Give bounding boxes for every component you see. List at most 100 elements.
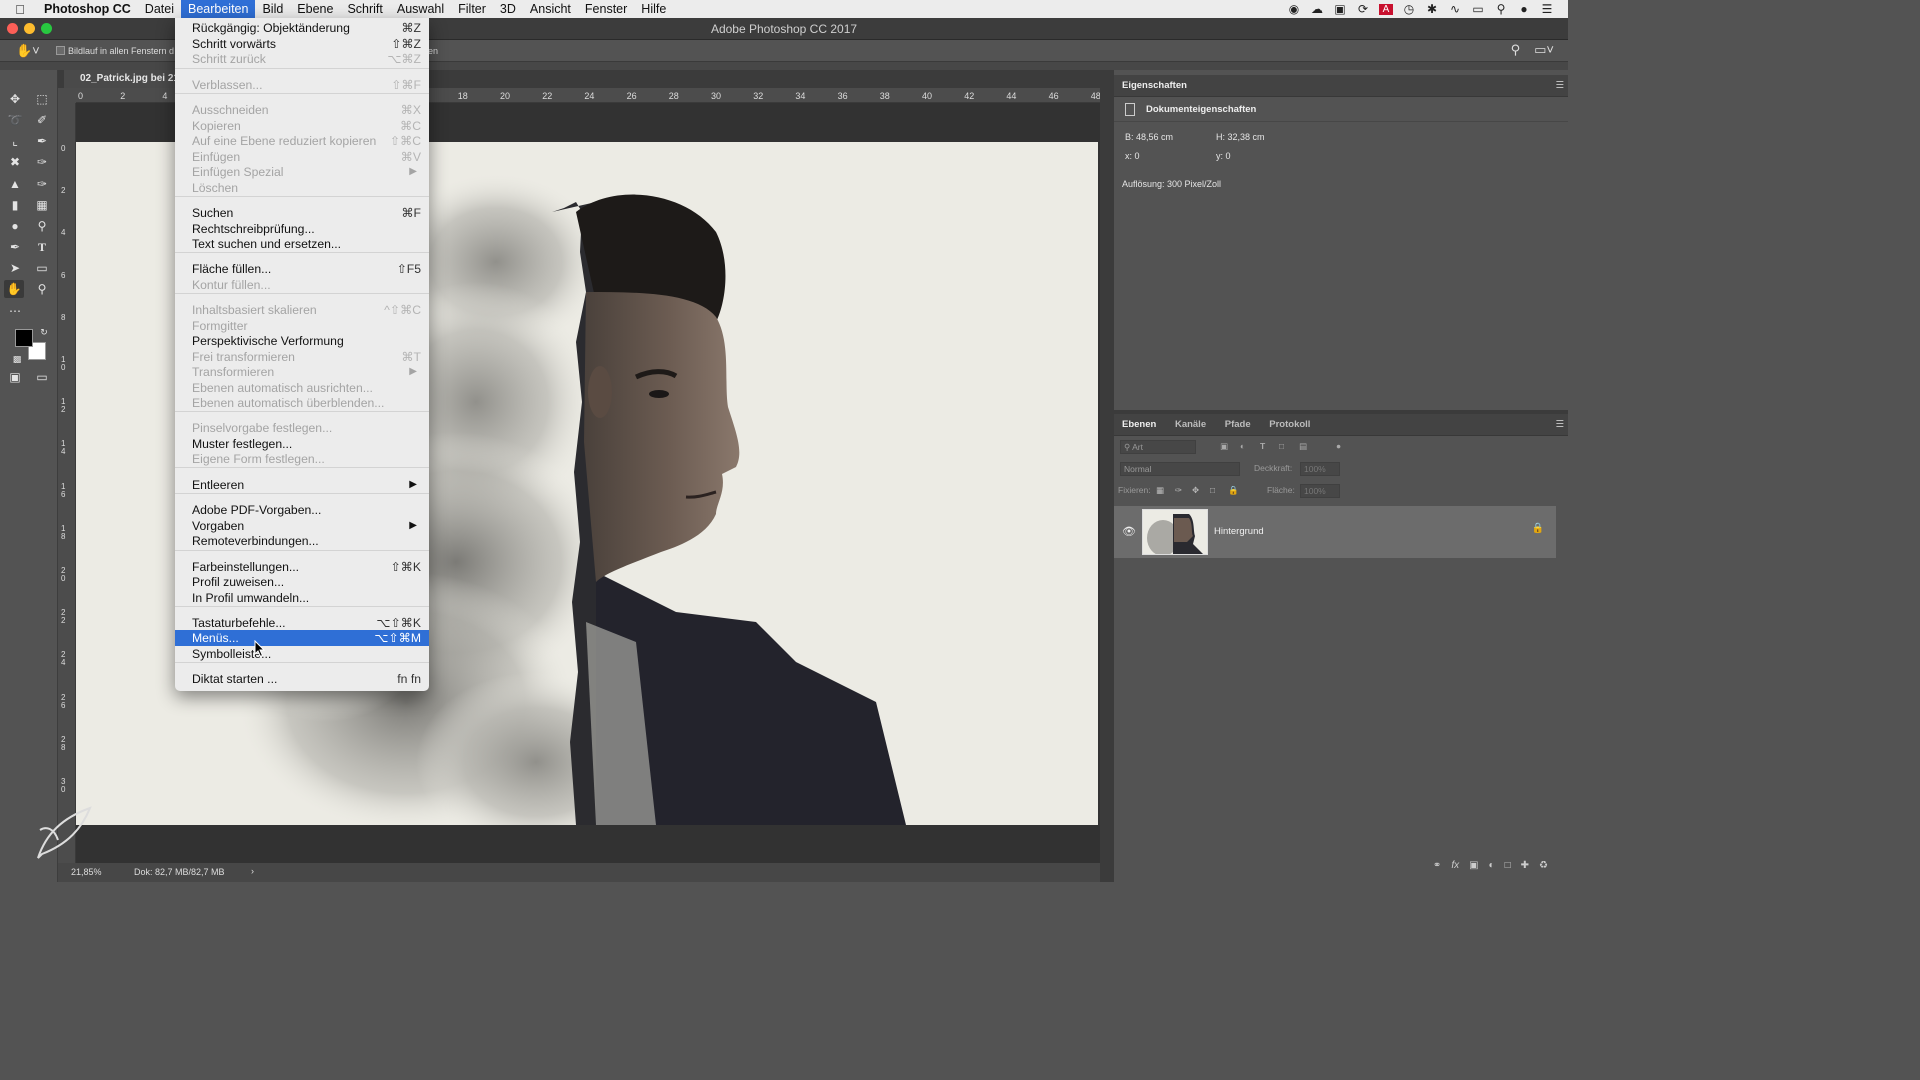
edit-menu-item[interactable]: Rechtschreibprüfung...	[175, 221, 429, 237]
edit-menu-item[interactable]: Tastaturbefehle... ⌥⇧⌘K	[175, 615, 429, 631]
menu-3d[interactable]: 3D	[493, 0, 523, 18]
y-value[interactable]: y: 0	[1216, 151, 1231, 161]
move-tool-icon[interactable]: ✥	[5, 90, 25, 108]
pen-tool-icon[interactable]: ✒	[5, 238, 25, 256]
hand-tool-icon[interactable]: ✋	[4, 280, 24, 298]
vertical-ruler[interactable]: 0 2 4 6 8 10 12 14 16 18 20 22 24 26 28 30	[58, 103, 76, 863]
edit-menu-item[interactable]: Symbolleiste...	[175, 646, 429, 662]
layers-menu-icon[interactable]: ☰	[1555, 414, 1564, 436]
menu-hilfe[interactable]: Hilfe	[634, 0, 673, 18]
fill-field[interactable]: 100%	[1300, 484, 1340, 498]
filter-toggle-icon[interactable]: ●	[1336, 441, 1341, 451]
blur-tool-icon[interactable]: ●	[5, 217, 25, 235]
path-select-tool-icon[interactable]: ➤	[5, 259, 25, 277]
tab-channels[interactable]: Kanäle	[1175, 419, 1206, 430]
menu-fenster[interactable]: Fenster	[578, 0, 634, 18]
tab-paths[interactable]: Pfade	[1225, 419, 1251, 430]
record-icon[interactable]: ◉	[1287, 2, 1301, 16]
spotlight-icon[interactable]: ⚲	[1494, 2, 1508, 16]
filter-adjustment-icon[interactable]: ◐	[1240, 441, 1245, 451]
menu-bearbeiten[interactable]: Bearbeiten	[180, 0, 256, 18]
brush-tool-icon[interactable]: ✑	[32, 153, 52, 171]
airplay-icon[interactable]: ▭	[1471, 2, 1485, 16]
height-value[interactable]: H: 32,38 cm	[1216, 132, 1265, 142]
edit-menu-item[interactable]: Remoteverbindungen...	[175, 533, 429, 549]
wifi-icon[interactable]: ∿	[1448, 2, 1462, 16]
filter-shape-icon[interactable]: □	[1279, 441, 1284, 451]
status-menu-arrow-icon[interactable]: ›	[251, 866, 254, 876]
edit-menu-item[interactable]: Menüs... ⌥⇧⌘M	[175, 630, 429, 646]
edit-menu-item[interactable]: Schritt vorwärts ⇧⌘Z	[175, 36, 429, 52]
stamp-tool-icon[interactable]: ▲	[5, 175, 25, 193]
menu-schrift[interactable]: Schrift	[340, 0, 389, 18]
x-value[interactable]: x: 0	[1125, 151, 1140, 161]
properties-title[interactable]: Eigenschaften	[1122, 80, 1187, 91]
layer-mask-icon[interactable]: ▣	[1469, 860, 1478, 878]
menu-ebene[interactable]: Ebene	[290, 0, 340, 18]
bluetooth-icon[interactable]: ✱	[1425, 2, 1439, 16]
lock-transparency-icon[interactable]: ▦	[1156, 485, 1164, 496]
cloud-icon[interactable]: ☁	[1310, 2, 1324, 16]
zoom-tool-icon[interactable]: ⚲	[32, 280, 52, 298]
adjustment-layer-icon[interactable]: ◐	[1489, 860, 1495, 878]
layer-name[interactable]: Hintergrund	[1214, 526, 1264, 537]
blend-mode-select[interactable]: Normal	[1120, 462, 1240, 476]
width-value[interactable]: B: 48,56 cm	[1125, 132, 1173, 142]
time-machine-icon[interactable]: ◷	[1402, 2, 1416, 16]
hand-tool-preset-icon[interactable]: ✋˅	[16, 43, 40, 59]
quick-mask-icon[interactable]: ▣	[5, 368, 25, 386]
apple-menu-icon[interactable]: 	[0, 2, 40, 17]
tab-history[interactable]: Protokoll	[1269, 419, 1310, 430]
default-colors-icon[interactable]: ▩	[7, 350, 27, 368]
link-layers-icon[interactable]: ⚭	[1433, 860, 1441, 878]
notification-list-icon[interactable]: ☰	[1540, 2, 1554, 16]
screen-mode-icon[interactable]: ▭	[32, 368, 52, 386]
new-layer-icon[interactable]: ✚	[1521, 860, 1529, 878]
filter-pixel-icon[interactable]: ▣	[1220, 441, 1228, 452]
sync-icon[interactable]: ⟳	[1356, 2, 1370, 16]
edit-menu-item[interactable]: Text suchen und ersetzen...	[175, 236, 429, 252]
adobe-icon[interactable]: A	[1379, 3, 1393, 15]
workspace-icon[interactable]: ▭˅	[1534, 42, 1554, 58]
search-icon[interactable]: ⚲	[1511, 42, 1521, 58]
eraser-tool-icon[interactable]: ▮	[5, 196, 25, 214]
scroll-all-windows-checkbox[interactable]	[56, 46, 65, 55]
display-icon[interactable]: ▣	[1333, 2, 1347, 16]
edit-menu-item[interactable]: Adobe PDF-Vorgaben...	[175, 502, 429, 518]
menu-ansicht[interactable]: Ansicht	[523, 0, 578, 18]
zoom-level[interactable]: 21,85%	[71, 867, 102, 877]
swap-colors-icon[interactable]: ↻	[34, 323, 54, 341]
eye-icon[interactable]: 👁	[1122, 525, 1136, 538]
edit-menu-item[interactable]: Muster festlegen...	[175, 436, 429, 452]
menu-app-name[interactable]: Photoshop CC	[40, 0, 138, 18]
lock-artboard-icon[interactable]: □	[1210, 485, 1215, 495]
panel-menu-icon[interactable]: ☰	[1555, 75, 1564, 97]
edit-menu-item[interactable]: Suchen ⌘F	[175, 205, 429, 221]
opacity-field[interactable]: 100%	[1300, 462, 1340, 476]
filter-smart-object-icon[interactable]: ▤	[1299, 441, 1307, 452]
menu-datei[interactable]: Datei	[138, 0, 181, 18]
edit-menu-item[interactable]: Vorgaben ▶	[175, 518, 429, 534]
marquee-tool-icon[interactable]: ⬚	[32, 90, 52, 108]
more-tools-icon[interactable]: ⋯	[5, 302, 25, 320]
new-group-icon[interactable]: □	[1505, 860, 1511, 878]
edit-menu-item[interactable]: Profil zuweisen...	[175, 574, 429, 590]
edit-menu-item[interactable]: Diktat starten ... fn fn	[175, 671, 429, 687]
edit-menu-item[interactable]: Rückgängig: Objektänderung ⌘Z	[175, 20, 429, 36]
edit-menu-item[interactable]: Perspektivische Verformung	[175, 333, 429, 349]
edit-menu-item[interactable]: Entleeren ▶	[175, 477, 429, 493]
foreground-color-swatch[interactable]	[15, 329, 33, 347]
rectangle-tool-icon[interactable]: ▭	[32, 259, 52, 277]
history-brush-tool-icon[interactable]: ✑	[32, 175, 52, 193]
quick-select-tool-icon[interactable]: ✐	[32, 111, 52, 129]
lasso-tool-icon[interactable]: ➰	[5, 111, 25, 129]
eyedropper-tool-icon[interactable]: ✒	[32, 132, 52, 150]
menu-auswahl[interactable]: Auswahl	[390, 0, 451, 18]
menu-bild[interactable]: Bild	[255, 0, 290, 18]
delete-layer-icon[interactable]: ♻	[1539, 860, 1548, 878]
filter-type-icon[interactable]: T	[1260, 441, 1265, 451]
lock-position-icon[interactable]: ✥	[1192, 485, 1199, 496]
crop-tool-icon[interactable]: ⌞	[5, 132, 25, 150]
healing-tool-icon[interactable]: ✖	[5, 153, 25, 171]
gradient-tool-icon[interactable]: ▦	[32, 196, 52, 214]
